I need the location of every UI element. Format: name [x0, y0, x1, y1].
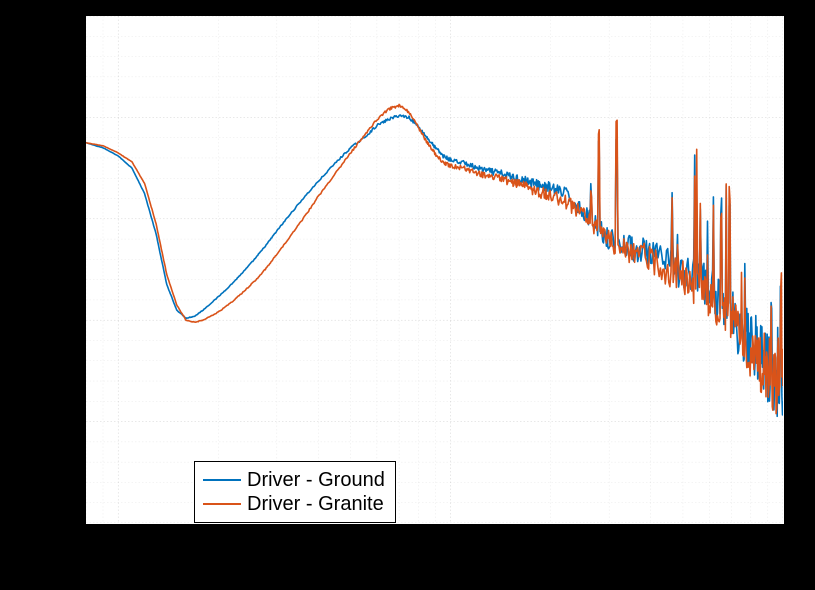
legend-swatch-0 — [203, 479, 241, 481]
legend-label-0: Driver - Ground — [247, 468, 385, 492]
chart-container: Driver - Ground Driver - Granite — [0, 0, 815, 590]
legend-entry-1: Driver - Granite — [203, 492, 385, 516]
legend-label-1: Driver - Granite — [247, 492, 384, 516]
legend-swatch-1 — [203, 503, 241, 505]
chart-canvas — [86, 16, 783, 523]
chart-series-1 — [86, 104, 783, 413]
legend: Driver - Ground Driver - Granite — [194, 461, 396, 523]
plot-area: Driver - Ground Driver - Granite — [85, 15, 785, 525]
legend-entry-0: Driver - Ground — [203, 468, 385, 492]
